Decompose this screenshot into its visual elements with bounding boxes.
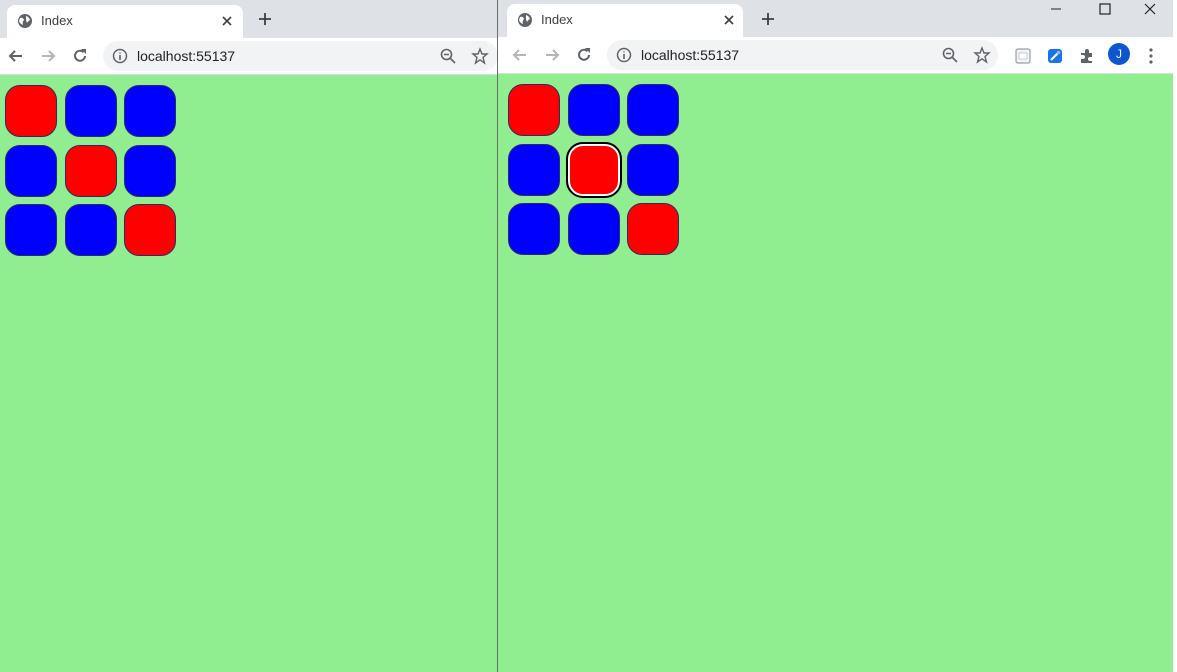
grid-tile[interactable] [568, 84, 620, 136]
tab-strip: Index [0, 0, 498, 38]
browser-window-right: Index localhost:55137 J [498, 0, 1173, 672]
tab-title: Index [41, 13, 73, 28]
browser-window-left: Index localhost:55137 [0, 0, 498, 672]
zoom-out-icon[interactable] [439, 47, 457, 65]
reload-icon[interactable] [70, 46, 90, 66]
back-arrow-icon[interactable] [510, 45, 530, 65]
extensions-puzzle-icon[interactable] [1078, 47, 1096, 65]
close-icon[interactable] [219, 13, 235, 29]
desktop-edge [1173, 0, 1177, 672]
globe-icon [518, 13, 532, 27]
grid-tile[interactable] [124, 145, 176, 197]
globe-icon [18, 14, 32, 28]
tab-index[interactable]: Index [507, 4, 743, 37]
tab-index[interactable]: Index [7, 5, 243, 38]
extension-tool-icon[interactable] [1046, 47, 1064, 65]
toolbar: localhost:55137 [0, 38, 498, 75]
page-content [0, 75, 498, 672]
grid-tile[interactable] [568, 203, 620, 255]
minimize-icon[interactable] [1033, 0, 1079, 20]
grid-tile[interactable] [566, 142, 622, 198]
grid-tile[interactable] [5, 204, 57, 256]
bookmark-star-icon[interactable] [471, 47, 489, 65]
grid-tile[interactable] [627, 84, 679, 136]
plus-icon[interactable] [760, 11, 776, 27]
grid-tile[interactable] [508, 144, 560, 196]
grid-tile[interactable] [65, 204, 117, 256]
grid-tile[interactable] [508, 84, 560, 136]
info-icon[interactable] [112, 48, 128, 64]
extension-page-icon[interactable] [1014, 47, 1032, 65]
toolbar: localhost:55137 [498, 37, 1173, 74]
reload-icon[interactable] [574, 45, 594, 65]
close-icon[interactable] [721, 12, 737, 28]
grid-tile[interactable] [65, 145, 117, 197]
profile-avatar[interactable]: J [1108, 43, 1130, 65]
page-content [498, 74, 1173, 672]
plus-icon[interactable] [257, 11, 273, 27]
grid-tile[interactable] [508, 203, 560, 255]
address-bar[interactable]: localhost:55137 [607, 40, 998, 70]
url-text: localhost:55137 [137, 48, 236, 64]
address-bar[interactable]: localhost:55137 [103, 41, 498, 71]
window-close-icon[interactable] [1127, 0, 1173, 20]
tab-strip: Index [498, 0, 1173, 38]
zoom-out-icon[interactable] [941, 46, 959, 64]
grid-tile[interactable] [124, 204, 176, 256]
grid-tile[interactable] [627, 144, 679, 196]
grid-tile[interactable] [5, 145, 57, 197]
grid-tile[interactable] [124, 85, 176, 137]
url-text: localhost:55137 [641, 47, 740, 63]
back-arrow-icon[interactable] [6, 46, 26, 66]
tab-title: Index [541, 12, 573, 27]
grid-tile[interactable] [5, 85, 57, 137]
grid-tile[interactable] [65, 85, 117, 137]
kebab-menu-icon[interactable] [1148, 46, 1154, 66]
maximize-icon[interactable] [1081, 0, 1127, 20]
forward-arrow-icon[interactable] [38, 46, 58, 66]
forward-arrow-icon[interactable] [542, 45, 562, 65]
bookmark-star-icon[interactable] [973, 46, 991, 64]
grid-tile[interactable] [627, 203, 679, 255]
info-icon[interactable] [616, 47, 632, 63]
